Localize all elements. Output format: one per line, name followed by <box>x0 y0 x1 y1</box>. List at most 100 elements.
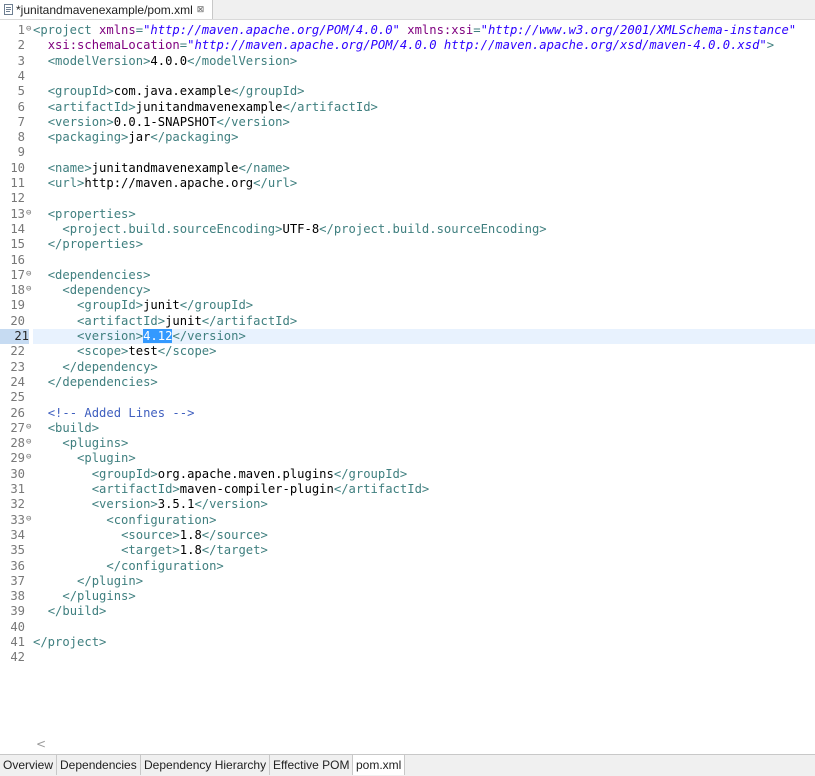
code-content[interactable]: <name>junitandmavenexample</name> <box>33 161 815 176</box>
code-line[interactable]: 25 <box>0 390 815 405</box>
code-line[interactable]: 16 <box>0 253 815 268</box>
code-line[interactable]: 41 </project> <box>0 635 815 650</box>
code-line[interactable]: 6 <artifactId>junitandmavenexample</arti… <box>0 100 815 115</box>
code-line[interactable]: 2 xsi:schemaLocation="http://maven.apach… <box>0 38 815 53</box>
code-content[interactable]: <plugin> <box>33 451 815 466</box>
xml-source-editor[interactable]: 1 ⊖ <project xmlns="http://maven.apache.or… <box>0 20 815 736</box>
code-content[interactable] <box>33 620 815 635</box>
horizontal-scrollbar[interactable]: < <box>0 736 815 754</box>
code-content[interactable]: </plugins> <box>33 589 815 604</box>
fold-toggle-icon[interactable]: ⊖ <box>26 512 31 527</box>
code-content[interactable]: <build> <box>33 421 815 436</box>
code-content[interactable]: <!-- Added Lines --> <box>33 406 815 421</box>
close-icon[interactable]: ⊠ <box>197 4 205 15</box>
code-content[interactable]: </dependencies> <box>33 375 815 390</box>
code-line[interactable]: 35 <target>1.8</target> <box>0 543 815 558</box>
code-line[interactable]: 40 <box>0 620 815 635</box>
tab-dependencies[interactable]: Dependencies <box>57 755 141 775</box>
code-line[interactable]: 24 </dependencies> <box>0 375 815 390</box>
code-line[interactable]: 32 <version>3.5.1</version> <box>0 497 815 512</box>
code-line[interactable]: 9 <box>0 145 815 160</box>
code-line[interactable]: 19 <groupId>junit</groupId> <box>0 298 815 313</box>
tab-overview[interactable]: Overview <box>0 755 58 775</box>
code-line[interactable]: 8 <packaging>jar</packaging> <box>0 130 815 145</box>
code-content[interactable]: <dependencies> <box>33 268 815 283</box>
code-content[interactable]: <configuration> <box>33 513 815 528</box>
code-content[interactable]: </configuration> <box>33 559 815 574</box>
fold-toggle-icon[interactable]: ⊖ <box>26 282 31 297</box>
fold-toggle-icon[interactable]: ⊖ <box>26 450 31 465</box>
code-content[interactable]: <scope>test</scope> <box>33 344 815 359</box>
code-content[interactable]: </project> <box>33 635 815 650</box>
code-content[interactable] <box>33 253 815 268</box>
code-line[interactable]: 39 </build> <box>0 604 815 619</box>
code-content[interactable]: <artifactId>maven-compiler-plugin</artif… <box>33 482 815 497</box>
tab-dependency-hierarchy[interactable]: Dependency Hierarchy <box>141 755 271 775</box>
code-line[interactable]: 10 <name>junitandmavenexample</name> <box>0 161 815 176</box>
editor-tab-pom-xml[interactable]: *junitandmavenexample/pom.xml ⊠ <box>0 0 214 19</box>
code-line[interactable]: 12 <box>0 191 815 206</box>
fold-toggle-icon[interactable]: ⊖ <box>26 206 31 221</box>
code-content[interactable]: xsi:schemaLocation="http://maven.apache.… <box>33 38 815 53</box>
code-content[interactable]: <dependency> <box>33 283 815 298</box>
fold-toggle-icon[interactable]: ⊖ <box>26 22 31 37</box>
code-content[interactable]: <groupId>org.apache.maven.plugins</group… <box>33 467 815 482</box>
code-content[interactable]: <packaging>jar</packaging> <box>33 130 815 145</box>
code-line[interactable]: 15 </properties> <box>0 237 815 252</box>
tab-effective-pom[interactable]: Effective POM <box>270 755 354 775</box>
code-content[interactable]: <plugins> <box>33 436 815 451</box>
code-content[interactable]: </dependency> <box>33 360 815 375</box>
fold-toggle-icon[interactable]: ⊖ <box>26 267 31 282</box>
code-line[interactable]: 3 <modelVersion>4.0.0</modelVersion> <box>0 54 815 69</box>
code-line[interactable]: 31 <artifactId>maven-compiler-plugin</ar… <box>0 482 815 497</box>
code-content[interactable] <box>33 650 815 665</box>
code-content[interactable]: <project.build.sourceEncoding>UTF-8</pro… <box>33 222 815 237</box>
code-line[interactable]: 22 <scope>test</scope> <box>0 344 815 359</box>
code-line[interactable]: 14 <project.build.sourceEncoding>UTF-8</… <box>0 222 815 237</box>
scroll-left-icon[interactable]: < <box>36 737 46 751</box>
code-content[interactable]: <artifactId>junitandmavenexample</artifa… <box>33 100 815 115</box>
code-line[interactable]: 42 <box>0 650 815 665</box>
tab-pom-xml[interactable]: pom.xml <box>353 755 406 775</box>
code-line[interactable]: 11 <url>http://maven.apache.org</url> <box>0 176 815 191</box>
code-content[interactable]: <url>http://maven.apache.org</url> <box>33 176 815 191</box>
code-line[interactable]: 26 <!-- Added Lines --> <box>0 406 815 421</box>
code-line[interactable]: 18 ⊖ <dependency> <box>0 283 815 298</box>
code-content[interactable]: <version>4.12</version> <box>33 329 815 344</box>
fold-toggle-icon[interactable]: ⊖ <box>26 420 31 435</box>
code-line[interactable]: 5 <groupId>com.java.example</groupId> <box>0 84 815 99</box>
code-content[interactable]: </plugin> <box>33 574 815 589</box>
code-line[interactable]: 17 ⊖ <dependencies> <box>0 268 815 283</box>
code-line[interactable]: 37 </plugin> <box>0 574 815 589</box>
code-line[interactable]: 20 <artifactId>junit</artifactId> <box>0 314 815 329</box>
code-content[interactable]: </build> <box>33 604 815 619</box>
code-content[interactable]: <groupId>junit</groupId> <box>33 298 815 313</box>
code-line[interactable]: 1 ⊖ <project xmlns="http://maven.apache.or… <box>0 23 815 38</box>
code-content[interactable]: </properties> <box>33 237 815 252</box>
code-line[interactable]: 23 </dependency> <box>0 360 815 375</box>
code-line[interactable]: 33 ⊖ <configuration> <box>0 513 815 528</box>
code-content[interactable] <box>33 69 815 84</box>
code-line[interactable]: 27 ⊖ <build> <box>0 421 815 436</box>
code-line[interactable]: 7 <version>0.0.1-SNAPSHOT</version> <box>0 115 815 130</box>
code-line[interactable]: 21 <version>4.12</version> <box>0 329 815 344</box>
code-line[interactable]: 4 <box>0 69 815 84</box>
code-content[interactable]: <version>0.0.1-SNAPSHOT</version> <box>33 115 815 130</box>
code-content[interactable] <box>33 191 815 206</box>
code-content[interactable]: <properties> <box>33 207 815 222</box>
code-content[interactable]: <artifactId>junit</artifactId> <box>33 314 815 329</box>
fold-toggle-icon[interactable]: ⊖ <box>26 435 31 450</box>
code-content[interactable]: <modelVersion>4.0.0</modelVersion> <box>33 54 815 69</box>
code-content[interactable] <box>33 145 815 160</box>
code-line[interactable]: 28 ⊖ <plugins> <box>0 436 815 451</box>
code-content[interactable]: <project xmlns="http://maven.apache.org/… <box>33 23 815 38</box>
code-line[interactable]: 13 ⊖ <properties> <box>0 207 815 222</box>
code-line[interactable]: 29 ⊖ <plugin> <box>0 451 815 466</box>
code-line[interactable]: 36 </configuration> <box>0 559 815 574</box>
code-content[interactable] <box>33 390 815 405</box>
code-content[interactable]: <target>1.8</target> <box>33 543 815 558</box>
code-content[interactable]: <source>1.8</source> <box>33 528 815 543</box>
code-line[interactable]: 30 <groupId>org.apache.maven.plugins</gr… <box>0 467 815 482</box>
code-content[interactable]: <version>3.5.1</version> <box>33 497 815 512</box>
code-content[interactable]: <groupId>com.java.example</groupId> <box>33 84 815 99</box>
